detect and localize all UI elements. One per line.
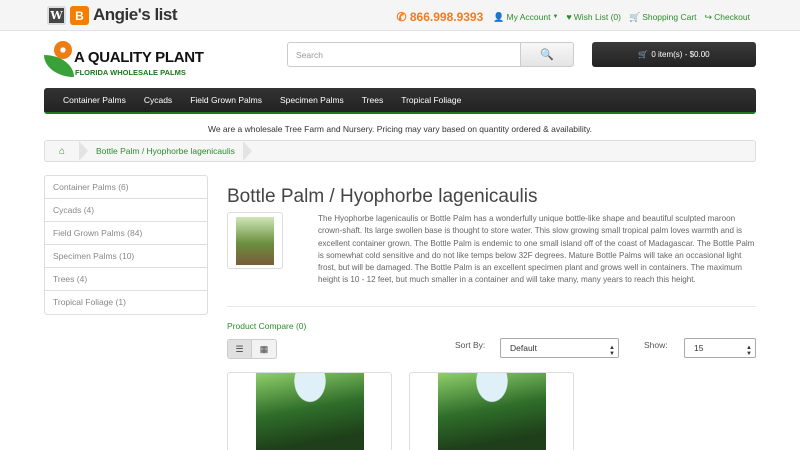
list-view-button[interactable]: ☰	[227, 339, 252, 359]
product-card[interactable]	[227, 372, 392, 450]
user-icon: 👤	[493, 11, 505, 22]
site-logo[interactable]: A QUALITY PLANT FLORIDA WHOLESALE PALMS	[44, 41, 219, 81]
category-item-field-grown-palms[interactable]: Field Grown Palms (84)	[45, 222, 207, 245]
shopping-cart-link[interactable]: 🛒 Shopping Cart	[629, 12, 697, 23]
top-bar: W B Angie's list ✆ 866.998.9393 👤 My Acco…	[0, 0, 800, 31]
menu-item-tropical-foliage[interactable]: Tropical Foliage	[392, 95, 470, 105]
product-image[interactable]	[438, 373, 546, 450]
show-select-value: 15	[694, 343, 704, 353]
share-arrow-icon: ↪	[704, 11, 713, 22]
heart-icon: ♥	[566, 12, 572, 22]
category-item-cycads[interactable]: Cycads (4)	[45, 199, 207, 222]
breadcrumb-current[interactable]: Bottle Palm / Hyophorbe lagenicaulis	[96, 146, 235, 156]
wholesale-notice: We are a wholesale Tree Farm and Nursery…	[207, 124, 593, 134]
search-input[interactable]	[287, 42, 521, 67]
breadcrumb: ⌂ Bottle Palm / Hyophorbe lagenicaulis	[44, 140, 756, 162]
grid-view-button[interactable]: ▦	[252, 339, 277, 359]
divider	[227, 306, 756, 307]
category-description: The Hyophorbe lagenicaulis or Bottle Pal…	[318, 214, 755, 285]
category-item-container-palms[interactable]: Container Palms (6)	[45, 176, 207, 199]
wish-list-link[interactable]: ♥ Wish List (0)	[566, 12, 621, 22]
search-bar: 🔍	[287, 42, 574, 67]
wish-list-label: Wish List (0)	[573, 12, 621, 22]
cart-icon: 🛒	[638, 50, 649, 59]
show-label: Show:	[644, 340, 668, 350]
search-icon: 🔍	[540, 49, 554, 61]
breadcrumb-separator	[242, 141, 252, 161]
phone-text: 866.998.9393	[409, 10, 484, 24]
top-nav: ✆ 866.998.9393 👤 My Account ▼ ♥ Wish List (…	[396, 10, 750, 24]
cart-button[interactable]: 🛒 0 item(s) - $0.00	[592, 42, 756, 67]
checkout-label: Checkout	[714, 12, 750, 22]
angies-list-logo[interactable]: Angie's list	[93, 5, 178, 25]
menu-item-field-grown-palms[interactable]: Field Grown Palms	[181, 95, 271, 105]
home-icon[interactable]: ⌂	[45, 146, 79, 157]
wordpress-icon[interactable]: W	[47, 6, 66, 25]
category-item-trees[interactable]: Trees (4)	[45, 268, 207, 291]
category-item-specimen-palms[interactable]: Specimen Palms (10)	[45, 245, 207, 268]
sort-select-value: Default	[510, 343, 537, 353]
menu-item-cycads[interactable]: Cycads	[135, 95, 181, 105]
cart-icon: 🛒	[628, 11, 641, 22]
blogger-icon[interactable]: B	[70, 6, 89, 25]
category-thumbnail[interactable]	[227, 212, 283, 269]
select-arrows-icon: ▲ ▼	[746, 345, 752, 357]
caret-down-icon: ▼	[552, 14, 559, 20]
menu-item-container-palms[interactable]: Container Palms	[54, 95, 135, 105]
bottle-palm-image	[236, 217, 274, 265]
select-arrows-icon: ▲ ▼	[609, 345, 615, 357]
product-compare-link[interactable]: Product Compare (0)	[227, 321, 306, 331]
sort-by-label: Sort By:	[455, 340, 486, 350]
product-card[interactable]	[409, 372, 574, 450]
menu-item-trees[interactable]: Trees	[353, 95, 392, 105]
logo-subtitle: FLORIDA WHOLESALE PALMS	[75, 68, 186, 77]
page-title: Bottle Palm / Hyophorbe lagenicaulis	[227, 186, 538, 207]
my-account-label: My Account	[506, 12, 551, 22]
menu-item-specimen-palms[interactable]: Specimen Palms	[271, 95, 353, 105]
logo-title: A QUALITY PLANT	[74, 49, 204, 66]
search-button[interactable]: 🔍	[520, 42, 574, 67]
show-select[interactable]: 15 ▲ ▼	[684, 338, 756, 358]
category-item-tropical-foliage[interactable]: Tropical Foliage (1)	[45, 291, 207, 314]
category-list: Container Palms (6) Cycads (4) Field Gro…	[44, 175, 208, 315]
grid-icon: ▦	[259, 343, 269, 354]
main-menu: Container Palms Cycads Field Grown Palms…	[44, 88, 756, 114]
flower-icon	[54, 41, 72, 59]
checkout-link[interactable]: ↪ Checkout	[705, 12, 750, 23]
view-toggle: ☰ ▦	[227, 339, 277, 359]
my-account-link[interactable]: 👤 My Account ▼	[493, 12, 558, 23]
product-image[interactable]	[256, 373, 364, 450]
list-icon: ☰	[235, 343, 244, 354]
shopping-cart-label: Shopping Cart	[642, 12, 697, 22]
phone-number[interactable]: ✆ 866.998.9393	[396, 10, 483, 24]
breadcrumb-separator	[79, 141, 88, 161]
cart-summary: 0 item(s) - $0.00	[651, 50, 710, 59]
sort-select[interactable]: Default ▲ ▼	[500, 338, 619, 358]
